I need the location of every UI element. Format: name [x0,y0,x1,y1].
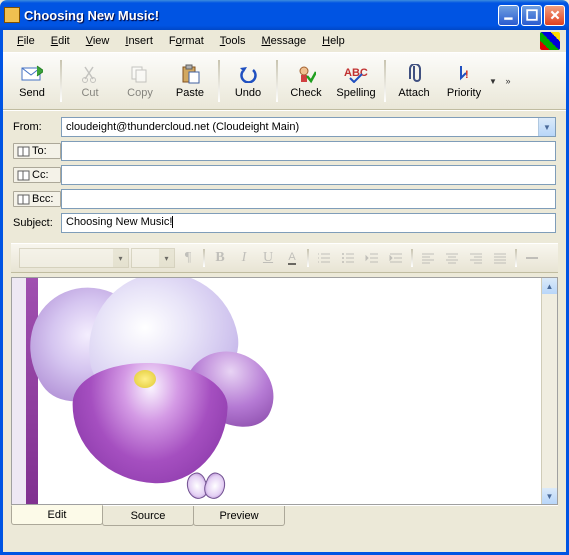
send-icon [20,63,44,85]
spelling-icon: ABC [344,63,368,85]
font-size-select[interactable]: ▾ [131,248,175,268]
app-icon [4,7,20,23]
bcc-field[interactable] [61,189,556,209]
scroll-down-button[interactable]: ▼ [542,488,557,504]
paragraph-style-button[interactable]: ¶ [177,247,199,269]
address-book-icon [17,146,30,157]
view-tabs: Edit Source Preview [11,505,558,526]
menu-insert[interactable]: Insert [117,32,161,50]
menu-file[interactable]: File [9,32,43,50]
menu-tools[interactable]: Tools [212,32,254,50]
bullet-list-button[interactable] [337,247,359,269]
format-toolbar: ▾ ▾ ¶ B I U A [11,243,558,273]
address-book-icon [17,170,30,181]
scroll-up-button[interactable]: ▲ [542,278,557,294]
menu-view[interactable]: View [78,32,118,50]
stationery-background [12,278,302,504]
window-title: Choosing New Music! [24,8,498,23]
align-left-button[interactable] [417,247,439,269]
menu-edit[interactable]: Edit [43,32,78,50]
status-bar [3,532,566,552]
copy-icon [128,63,152,85]
maximize-button[interactable] [521,5,542,26]
align-center-button[interactable] [441,247,463,269]
cut-icon [78,63,102,85]
toolbar-overflow[interactable]: » [501,56,515,106]
hr-button[interactable] [521,247,543,269]
title-bar: Choosing New Music! [0,0,569,30]
to-button[interactable]: To: [13,143,61,159]
menu-format[interactable]: Format [161,32,212,50]
from-dropdown-button[interactable]: ▼ [538,118,555,136]
minimize-button[interactable] [498,5,519,26]
paste-icon [178,63,202,85]
indent-button[interactable] [385,247,407,269]
numbered-list-button[interactable] [313,247,335,269]
align-justify-button[interactable] [489,247,511,269]
cc-field[interactable] [61,165,556,185]
align-right-button[interactable] [465,247,487,269]
svg-text:ABC: ABC [344,67,368,79]
from-value: cloudeight@thundercloud.net (Cloudeight … [66,121,299,133]
subject-field[interactable]: Choosing New Music! [61,213,556,233]
tab-source[interactable]: Source [102,506,194,526]
italic-button[interactable]: I [233,247,255,269]
from-label: From: [13,121,61,133]
subject-label: Subject: [13,217,61,229]
close-button[interactable] [544,5,565,26]
bcc-button[interactable]: Bcc: [13,191,61,207]
undo-icon [236,63,260,85]
priority-button[interactable]: ! Priority [439,56,489,106]
check-button[interactable]: Check [281,56,331,106]
font-color-button[interactable]: A [281,247,303,269]
menu-help[interactable]: Help [314,32,353,50]
bold-button[interactable]: B [209,247,231,269]
outdent-button[interactable] [361,247,383,269]
spelling-button[interactable]: ABC Spelling [331,56,381,106]
tab-edit[interactable]: Edit [11,505,103,525]
windows-flag-icon [540,32,560,50]
message-headers: From: cloudeight@thundercloud.net (Cloud… [3,110,566,241]
attach-button[interactable]: Attach [389,56,439,106]
iris-flower-image [32,277,292,505]
priority-icon: ! [452,63,476,85]
menu-message[interactable]: Message [253,32,314,50]
svg-text:!: ! [465,69,469,81]
message-body[interactable]: ▲ ▼ [11,277,558,505]
address-book-icon [17,194,30,205]
tab-preview[interactable]: Preview [193,506,285,526]
toolbar: Send Cut Copy Paste Undo Check ABC Spell… [3,52,566,110]
check-icon [294,63,318,85]
to-field[interactable] [61,141,556,161]
font-name-select[interactable]: ▾ [19,248,129,268]
butterfly-image [187,473,229,503]
menu-bar: File Edit View Insert Format Tools Messa… [3,30,566,52]
priority-dropdown[interactable]: ▼ [489,77,501,86]
from-select[interactable]: cloudeight@thundercloud.net (Cloudeight … [61,117,556,137]
send-button[interactable]: Send [7,56,57,106]
undo-button[interactable]: Undo [223,56,273,106]
attach-icon [402,63,426,85]
underline-button[interactable]: U [257,247,279,269]
copy-button[interactable]: Copy [115,56,165,106]
body-scrollbar[interactable]: ▲ ▼ [541,278,557,504]
paste-button[interactable]: Paste [165,56,215,106]
cut-button[interactable]: Cut [65,56,115,106]
cc-button[interactable]: Cc: [13,167,61,183]
